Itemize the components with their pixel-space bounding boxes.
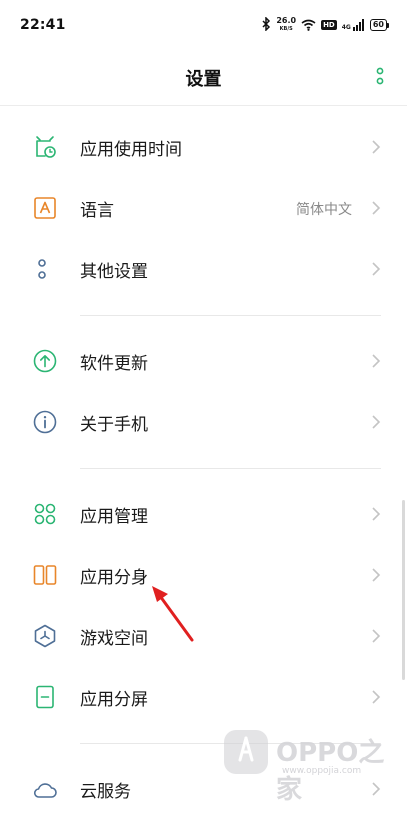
setting-label: 软件更新 bbox=[80, 354, 148, 374]
network-speed: 26.0 KB/S bbox=[276, 16, 297, 33]
app-management-icon bbox=[32, 501, 58, 527]
setting-other-settings[interactable]: 其他设置 bbox=[0, 239, 407, 300]
header: 设置 bbox=[0, 50, 407, 106]
status-time: 22:41 bbox=[20, 17, 66, 33]
chevron-right-icon bbox=[372, 415, 381, 429]
setting-label: 其他设置 bbox=[80, 262, 148, 282]
battery-icon: 60 bbox=[369, 19, 389, 31]
setting-app-clone[interactable]: 应用分身 bbox=[0, 545, 407, 606]
watermark-logo bbox=[224, 730, 268, 774]
chevron-right-icon bbox=[372, 690, 381, 704]
hd-badge: HD bbox=[321, 20, 337, 30]
chevron-right-icon bbox=[372, 507, 381, 521]
page-title: 设置 bbox=[185, 69, 222, 90]
watermark: OPPO之家 www.oppojia.com bbox=[224, 724, 394, 805]
setting-language[interactable]: 语言 简体中文 bbox=[0, 178, 407, 239]
setting-label: 云服务 bbox=[80, 782, 131, 802]
chevron-right-icon bbox=[372, 262, 381, 276]
group-divider bbox=[0, 300, 407, 331]
setting-label: 应用分屏 bbox=[80, 690, 148, 710]
software-update-icon bbox=[32, 348, 58, 374]
scrollbar[interactable] bbox=[402, 500, 405, 680]
settings-list: 应用使用时间 语言 简体中文 其他设置 软件更新 关于手机 应用管理 应用分身 … bbox=[0, 117, 407, 820]
chevron-right-icon bbox=[372, 354, 381, 368]
setting-label: 语言 bbox=[80, 201, 114, 221]
setting-split-screen[interactable]: 应用分屏 bbox=[0, 667, 407, 728]
setting-about-phone[interactable]: 关于手机 bbox=[0, 392, 407, 453]
more-vertical-icon bbox=[376, 67, 384, 85]
app-usage-timer-icon bbox=[32, 134, 58, 160]
wifi-icon bbox=[301, 16, 316, 35]
language-value: 简体中文 bbox=[296, 202, 352, 218]
chevron-right-icon bbox=[372, 629, 381, 643]
setting-label: 游戏空间 bbox=[80, 629, 148, 649]
more-settings-icon bbox=[32, 256, 58, 282]
group-divider bbox=[0, 453, 407, 484]
red-arrow-annotation bbox=[152, 586, 194, 642]
chevron-right-icon bbox=[372, 568, 381, 582]
setting-game-space[interactable]: 游戏空间 bbox=[0, 606, 407, 667]
game-space-icon bbox=[32, 623, 58, 649]
app-clone-icon bbox=[32, 562, 58, 588]
info-icon bbox=[32, 409, 58, 435]
signal-icon: 4G bbox=[342, 19, 365, 31]
setting-label: 应用管理 bbox=[80, 507, 148, 527]
status-icons: 26.0 KB/S HD 4G 60 bbox=[261, 15, 389, 35]
chevron-right-icon bbox=[372, 201, 381, 215]
setting-app-usage-time[interactable]: 应用使用时间 bbox=[0, 117, 407, 178]
cloud-icon bbox=[32, 776, 58, 802]
setting-label: 应用分身 bbox=[80, 568, 148, 588]
status-bar: 22:41 26.0 KB/S HD 4G 60 bbox=[0, 0, 407, 50]
split-screen-icon bbox=[32, 684, 58, 710]
watermark-url: www.oppojia.com bbox=[282, 766, 362, 776]
bluetooth-icon bbox=[261, 15, 271, 35]
setting-app-management[interactable]: 应用管理 bbox=[0, 484, 407, 545]
chevron-right-icon bbox=[372, 140, 381, 154]
more-options-button[interactable] bbox=[373, 66, 387, 86]
language-icon bbox=[32, 195, 58, 221]
setting-label: 关于手机 bbox=[80, 415, 148, 435]
setting-software-update[interactable]: 软件更新 bbox=[0, 331, 407, 392]
setting-label: 应用使用时间 bbox=[80, 140, 182, 160]
